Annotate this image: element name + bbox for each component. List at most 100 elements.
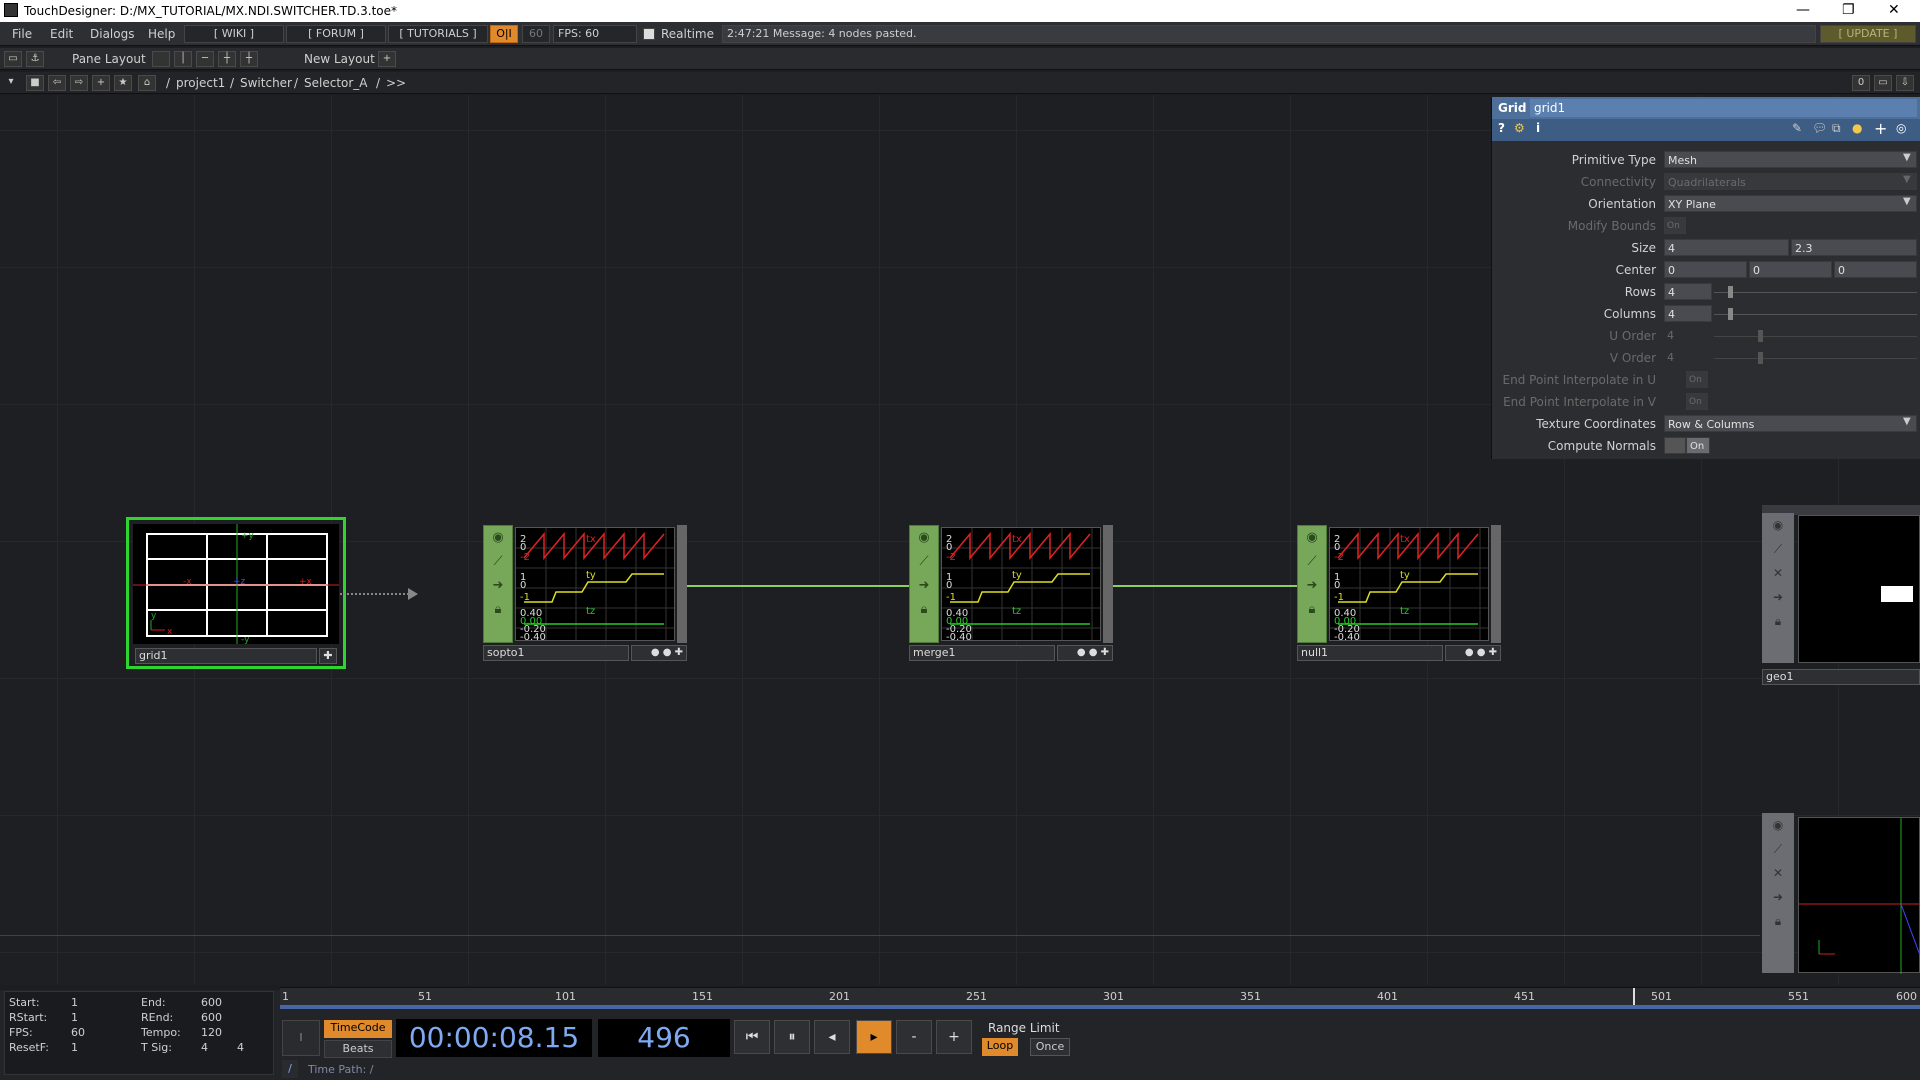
viewer-toggle-icon[interactable]: ◉ [910,526,938,550]
rows-slider-handle[interactable] [1728,286,1733,298]
realtime-checkbox[interactable] [643,28,655,40]
size-y-field[interactable]: 2.3 [1791,239,1917,256]
fps-value[interactable]: 60 [71,1026,85,1039]
tsig-numerator[interactable]: 4 [201,1041,208,1054]
grid1-label[interactable]: grid1 [135,648,317,664]
pane-maximize-icon[interactable]: ▭ [1874,75,1892,91]
python-icon[interactable]: ● [1852,121,1862,135]
forum-button[interactable]: [ FORUM ] [286,25,386,43]
once-toggle[interactable]: Once [1030,1038,1070,1056]
merge1-label[interactable]: merge1 [909,645,1055,661]
menu-edit[interactable]: Edit [50,27,73,41]
sopto1-flag-buttons[interactable]: ● ● ✚ [631,645,687,661]
bypass-icon[interactable]: ⟋ [1298,550,1326,574]
close-x-icon[interactable]: ✕ [1762,561,1794,585]
null1-flag-buttons[interactable]: ● ● ✚ [1445,645,1501,661]
compute-normals-toggle[interactable]: On [1686,437,1710,454]
bookmark-star-icon[interactable]: ★ [114,75,132,91]
sopto1-output-connector[interactable] [677,525,687,643]
timeline-range-bar[interactable] [280,1005,1920,1009]
bypass-icon[interactable]: ⟋ [910,550,938,574]
size-x-field[interactable]: 4 [1664,239,1789,256]
rend-value[interactable]: 600 [201,1011,222,1024]
rows-field[interactable]: 4 [1664,283,1712,300]
timecode-toggle[interactable]: TimeCode [324,1020,392,1038]
columns-field[interactable]: 4 [1664,305,1712,322]
lock-icon[interactable]: 🔒︎ [1762,909,1794,933]
python-help-icon[interactable]: ⚙ [1514,121,1525,135]
tsig-denominator[interactable]: 4 [237,1041,244,1054]
layout-quad-icon[interactable]: ┼ [240,51,258,67]
sopto1-label[interactable]: sopto1 [483,645,629,661]
primitive-type-dropdown[interactable]: Mesh [1664,151,1917,168]
node-null1[interactable]: ◉ ⟋ ➜ 🔒︎ 2 0 -2 tx 1 0 -1 ty 0.40 0.00 -… [1297,525,1501,665]
back-icon[interactable]: ⇦ [48,75,66,91]
lock-icon[interactable]: 🔒︎ [484,598,512,622]
close-button[interactable]: ✕ [1888,2,1900,18]
connectivity-dropdown[interactable]: Quadrilaterals [1664,173,1917,190]
wire-merge1-null1[interactable] [1110,585,1302,587]
export-icon[interactable]: ➜ [910,574,938,598]
new-layout-button[interactable]: + [378,51,396,67]
tempo-value[interactable]: 120 [201,1026,222,1039]
v-order-slider[interactable] [1714,358,1917,359]
export-icon[interactable]: ➜ [1762,585,1794,609]
geo1-label[interactable]: geo1 [1762,669,1920,685]
rewind-icon[interactable]: ⏮ [734,1020,770,1054]
perform-mode-toggle[interactable]: O|I [490,25,518,43]
path-switcher[interactable]: Switcher [240,76,292,90]
wiki-button[interactable]: [ WIKI ] [184,25,284,43]
restore-button[interactable]: ❐ [1842,2,1855,18]
update-button[interactable]: [ UPDATE ] [1820,25,1916,43]
minimize-button[interactable]: — [1796,2,1810,18]
bypass-icon[interactable]: ⟋ [484,550,512,574]
param-op-name[interactable]: grid1 [1530,99,1917,117]
clone-icon[interactable]: ⧉ [1832,121,1841,136]
viewer-toggle-icon[interactable]: ◉ [484,526,512,550]
null1-output-connector[interactable] [1491,525,1501,643]
rstart-value[interactable]: 1 [71,1011,78,1024]
u-order-slider[interactable] [1714,336,1917,337]
timecode-display[interactable]: 00:00:08.15 [396,1019,592,1057]
u-order-slider-handle[interactable] [1758,330,1763,342]
step-minus-button[interactable]: - [896,1020,932,1054]
merge1-output-connector[interactable] [1103,525,1113,643]
layout-split-h-icon[interactable]: ─ [196,51,214,67]
path-root[interactable]: / [166,76,170,90]
add-icon[interactable]: + [92,75,110,91]
u-order-field[interactable]: 4 [1664,327,1712,344]
node-grid1[interactable]: +y -y +x -x +z y x grid1 ✚ [126,517,346,669]
lock-icon[interactable]: 🔒︎ [1298,598,1326,622]
fps-cap-field[interactable]: 60 [522,25,550,43]
node-sopto1[interactable]: ◉ ⟋ ➜ 🔒︎ 2 0 -2 tx 1 0 -1 ty 0.40 0.00 -… [483,525,687,665]
edit-pencil-icon[interactable]: ✎ [1792,121,1802,135]
viewer-toggle-icon[interactable]: ◉ [1762,513,1794,537]
null1-label[interactable]: null1 [1297,645,1443,661]
pause-icon[interactable]: ⏸ [774,1020,810,1054]
center-z-field[interactable]: 0 [1834,261,1917,278]
stop-icon[interactable]: ■ [26,75,44,91]
step-plus-button[interactable]: + [936,1020,972,1054]
viewer-toggle-icon[interactable]: ◉ [1762,813,1794,837]
timeline-playhead[interactable] [1633,988,1635,1006]
pane-download-icon[interactable]: ⇩ [1896,75,1914,91]
info-icon[interactable]: i [1536,121,1540,135]
viewer-toggle-icon[interactable]: ◉ [1298,526,1326,550]
comment-icon[interactable]: 💬︎ [1812,121,1827,135]
bypass-icon[interactable]: ⟋ [1762,837,1794,861]
v-order-slider-handle[interactable] [1758,352,1763,364]
grid1-add-icon[interactable]: ✚ [319,648,337,664]
columns-slider[interactable] [1714,314,1917,315]
lock-icon[interactable]: 🔒︎ [1762,609,1794,633]
pane-type-dropdown-icon[interactable]: ▾ [2,75,20,91]
layout-triple-icon[interactable]: ┼ [218,51,236,67]
add-param-icon[interactable]: + [1874,119,1887,138]
merge1-flag-buttons[interactable]: ● ● ✚ [1057,645,1113,661]
layout-single-icon[interactable] [152,51,170,67]
export-icon[interactable]: ➜ [1762,885,1794,909]
center-x-field[interactable]: 0 [1664,261,1747,278]
timeline-ruler[interactable]: 1 51 101 151 201 251 301 351 401 451 501… [280,987,1920,1009]
node-geo1[interactable]: ◉ ⟋ ✕ ➜ 🔒︎ geo1 [1762,505,1920,687]
path-project1[interactable]: project1 [176,76,225,90]
columns-slider-handle[interactable] [1728,308,1733,320]
